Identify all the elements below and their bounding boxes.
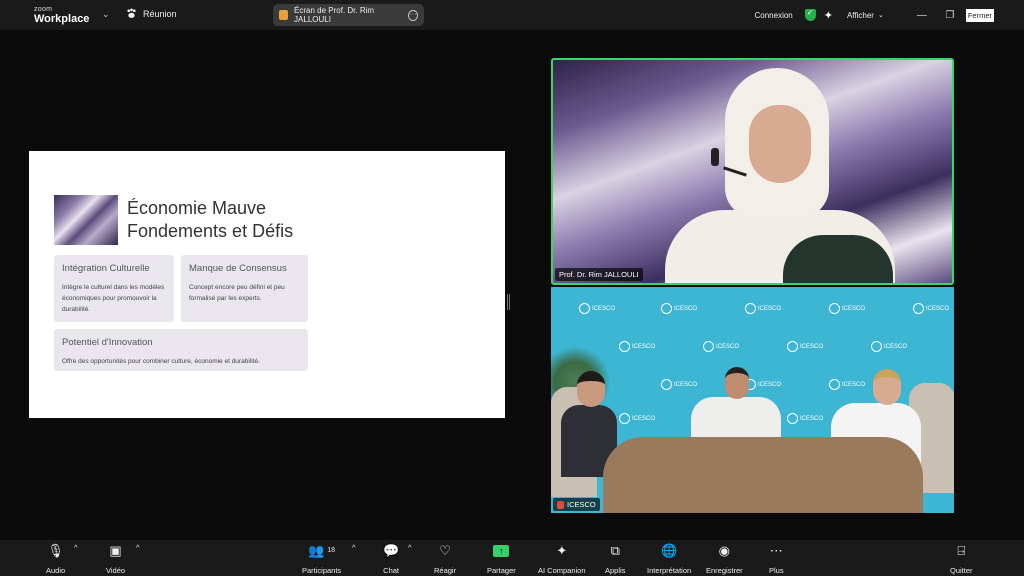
share-button[interactable]: ↑ Partager xyxy=(487,543,516,575)
video-tile-room[interactable]: ICESCO ICESCO ICESCO ICESCO ICESCO ICESC… xyxy=(551,287,954,513)
participant-name: ICESCO xyxy=(567,500,596,509)
close-tooltip: Fermer xyxy=(965,8,994,22)
slide-card: Manque de Consensus Concept encore peu d… xyxy=(181,255,308,322)
icesco-logo: ICESCO xyxy=(829,379,865,390)
interpretation-button[interactable]: 🌐 Interprétation xyxy=(647,543,691,575)
slide-card: Potentiel d'Innovation Offre des opportu… xyxy=(54,329,308,371)
chevron-up-icon[interactable]: ^ xyxy=(136,543,140,552)
quit-button[interactable]: ⍈ Quitter xyxy=(950,543,973,575)
icesco-logo: ICESCO xyxy=(579,303,615,314)
title-bar: zoom Workplace ⌄ Réunion Écran de Prof. … xyxy=(0,0,1024,30)
share-screen-icon xyxy=(279,10,289,20)
react-button[interactable]: ♡ Réagir xyxy=(434,543,456,575)
heart-icon: ♡ xyxy=(439,543,451,558)
participant-middle-head xyxy=(725,367,749,399)
icesco-logo: ICESCO xyxy=(787,413,823,424)
chat-icon: 💬 xyxy=(383,543,400,558)
participants-button[interactable]: 👥 18 Participants xyxy=(302,543,341,575)
card-text: Intègre le culturel dans les modèles éco… xyxy=(62,284,165,313)
sparkle-icon: ✦ xyxy=(556,543,568,558)
meeting-toolbar: 🎙 Audio ^ ▣ Vidéo ^ 👥 18 Participants ^ 💬… xyxy=(0,540,1024,576)
chevron-down-icon[interactable]: ⌄ xyxy=(878,11,884,19)
logo-bottom-text: Workplace xyxy=(34,13,90,25)
slide-card: Intégration Culturelle Intègre le cultur… xyxy=(54,255,174,322)
icesco-logo: ICESCO xyxy=(703,341,739,352)
chat-button[interactable]: 💬 Chat xyxy=(383,543,399,575)
paw-icon xyxy=(127,8,136,18)
chevron-down-icon[interactable]: ⌄ xyxy=(102,9,110,20)
apps-icon: ⧉ xyxy=(610,543,620,558)
meeting-menu[interactable]: Réunion xyxy=(126,8,177,19)
slide-title: Économie Mauve Fondements et Défis xyxy=(127,197,293,243)
slide-title-line1: Économie Mauve xyxy=(127,198,267,218)
video-button[interactable]: ▣ Vidéo xyxy=(106,543,125,575)
meeting-label: Réunion xyxy=(143,8,177,19)
share-screen-icon: ↑ xyxy=(493,545,510,557)
video-tile-speaker[interactable]: Prof. Dr. Rim JALLOULI xyxy=(551,58,954,285)
muted-mic-icon xyxy=(557,500,564,509)
restore-icon[interactable]: ❐ xyxy=(936,10,964,21)
icesco-logo: ICESCO xyxy=(619,341,655,352)
participants-icon: 👥 18 xyxy=(308,543,336,558)
participant-count: 18 xyxy=(327,547,336,554)
speaker-face xyxy=(749,105,811,183)
chevron-up-icon[interactable]: ^ xyxy=(74,543,78,552)
participant-left-head xyxy=(577,371,605,407)
ai-companion-button[interactable]: ✦ AI Companion xyxy=(538,543,586,575)
card-title: Manque de Consensus xyxy=(189,263,287,274)
icesco-logo: ICESCO xyxy=(619,413,655,424)
split-drag-handle[interactable] xyxy=(507,294,510,310)
card-text: Concept encore peu défini et peu formali… xyxy=(189,284,285,302)
shared-slide: Économie Mauve Fondements et Défis Intég… xyxy=(29,151,505,418)
audio-button[interactable]: 🎙 Audio xyxy=(46,543,65,575)
view-button[interactable]: Afficher xyxy=(847,11,874,20)
zoom-logo: zoom Workplace xyxy=(34,6,89,25)
participant-name-tag: ICESCO xyxy=(553,498,600,511)
logo-top-text: zoom xyxy=(34,6,53,13)
record-icon: ◉ xyxy=(718,543,731,558)
card-title: Intégration Culturelle xyxy=(62,263,150,274)
slide-title-line2: Fondements et Défis xyxy=(127,221,294,241)
more-icon: ⋯ xyxy=(769,543,783,558)
more-button[interactable]: ⋯ Plus xyxy=(769,543,784,575)
share-screen-label: Écran de Prof. Dr. Rim JALLOULI xyxy=(294,6,375,24)
minimize-icon[interactable]: — xyxy=(908,10,936,21)
headset-icon xyxy=(711,148,719,166)
chevron-up-icon[interactable]: ^ xyxy=(408,543,412,552)
icesco-logo: ICESCO xyxy=(787,341,823,352)
participant-right-head xyxy=(873,369,901,405)
conference-table xyxy=(603,437,923,513)
card-title: Potentiel d'Innovation xyxy=(62,337,153,348)
record-button[interactable]: ◉ Enregistrer xyxy=(706,543,743,575)
leave-icon: ⍈ xyxy=(957,543,966,558)
icesco-logo: ICESCO xyxy=(871,341,907,352)
icesco-logo: ICESCO xyxy=(661,379,697,390)
participant-name-tag: Prof. Dr. Rim JALLOULI xyxy=(555,268,643,281)
shield-check-icon[interactable] xyxy=(804,8,816,21)
sparkle-icon[interactable]: ✦ xyxy=(824,9,833,22)
chevron-up-icon[interactable]: ^ xyxy=(352,543,356,552)
more-options-icon[interactable]: ··· xyxy=(407,9,418,21)
globe-icon: 🌐 xyxy=(661,543,678,558)
participant-name: Prof. Dr. Rim JALLOULI xyxy=(559,270,639,279)
connexion-button[interactable]: Connexion xyxy=(755,11,793,20)
share-screen-pill[interactable]: Écran de Prof. Dr. Rim JALLOULI ··· xyxy=(273,4,424,26)
slide-image xyxy=(54,195,118,245)
microphone-muted-icon: 🎙 xyxy=(47,543,64,558)
apps-button[interactable]: ⧉ Applis xyxy=(605,543,625,575)
icesco-logo: ICESCO xyxy=(661,303,697,314)
icesco-logo: ICESCO xyxy=(745,379,781,390)
icesco-logo: ICESCO xyxy=(829,303,865,314)
card-text: Offre des opportunités pour combiner cul… xyxy=(62,358,260,365)
camera-off-icon: ▣ xyxy=(109,543,122,558)
speaker-shirt xyxy=(783,235,893,283)
icesco-logo: ICESCO xyxy=(913,303,949,314)
icesco-logo: ICESCO xyxy=(745,303,781,314)
